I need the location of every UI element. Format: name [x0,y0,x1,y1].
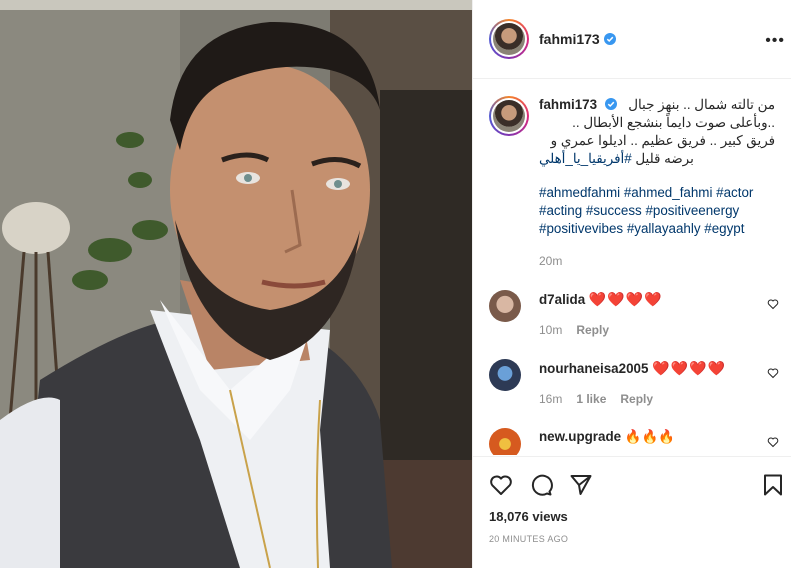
hashtag-line[interactable]: #ahmedfahmi #ahmed_fahmi #actor [539,184,775,202]
hashtag-line[interactable]: #acting #success #positiveenergy [539,202,775,220]
comment-text: ❤️❤️❤️❤️ [652,360,726,376]
caption-username[interactable]: fahmi173 [539,97,597,112]
post-actions: 18,076 views 20 MINUTES AGO [473,456,791,544]
small-heart-icon[interactable] [767,436,779,448]
instagram-post: fahmi173 ••• fahmi173 من تالته شمال .. ب… [0,0,791,568]
comment-icon[interactable] [529,473,553,497]
post-header: fahmi173 ••• [473,0,791,79]
like-icon[interactable] [489,473,513,497]
comment-avatar[interactable] [489,428,521,455]
caption-avatar[interactable] [489,96,529,136]
small-heart-icon[interactable] [767,298,779,310]
caption-arabic-hashtag[interactable]: #أفريقيا_يا_أهلي [539,151,632,166]
more-options-icon[interactable]: ••• [765,32,785,50]
comment-text: ❤️❤️❤️❤️ [588,291,663,307]
comment-time[interactable]: 10m [539,321,562,339]
caption-line: برضه قليل [635,151,694,166]
comment-likes[interactable]: 1 like [576,390,606,408]
post-photo[interactable] [0,0,472,568]
comments-scroll-area[interactable]: fahmi173 من تالته شمال .. بنهز جبال ..وب… [473,80,791,455]
comment-username[interactable]: nourhaneisa2005 [539,361,648,376]
save-icon[interactable] [761,473,785,497]
comment-item: nourhaneisa2005 ❤️❤️❤️❤️ 16m 1 like Repl… [473,359,791,408]
comment-time[interactable]: 16m [539,390,562,408]
author-username[interactable]: fahmi173 [539,31,600,47]
hashtag-line[interactable]: #positivevibes #yallayaahly #egypt [539,220,775,238]
comment-text: 🔥🔥🔥 [624,429,675,444]
verified-badge-icon [604,98,617,110]
author-avatar[interactable] [489,19,529,59]
caption-line: ..وبأعلى صوت دايماً بنشجع الأبطال .. [572,115,775,130]
caption-first-line: من تالته شمال .. بنهز جبال [628,97,775,112]
share-icon[interactable] [569,473,593,497]
reply-button[interactable]: Reply [620,390,653,408]
small-heart-icon[interactable] [767,367,779,379]
comment-avatar[interactable] [489,359,521,391]
view-count[interactable]: 18,076 views [489,509,775,524]
caption-line: فريق كبير .. فريق عظيم .. اديلوا عمري و [550,133,775,148]
caption-hashtags: #ahmedfahmi #ahmed_fahmi #actor #acting … [539,184,775,238]
comment-item: d7alida ❤️❤️❤️❤️ 10m Reply [473,290,791,339]
caption-time[interactable]: 20m [539,252,775,270]
post-timestamp[interactable]: 20 MINUTES AGO [489,534,775,544]
verified-badge-icon [603,33,616,45]
post-side-panel: fahmi173 ••• fahmi173 من تالته شمال .. ب… [472,0,791,568]
comment-avatar[interactable] [489,290,521,322]
comment-item: new.upgrade 🔥🔥🔥 [473,428,791,455]
post-photo-illustration [0,0,472,568]
post-caption: fahmi173 من تالته شمال .. بنهز جبال ..وب… [473,80,791,270]
comment-username[interactable]: d7alida [539,292,585,307]
comment-username[interactable]: new.upgrade [539,429,621,444]
reply-button[interactable]: Reply [576,321,609,339]
caption-line-last: برضه قليل #أفريقيا_يا_أهلي [539,150,775,168]
